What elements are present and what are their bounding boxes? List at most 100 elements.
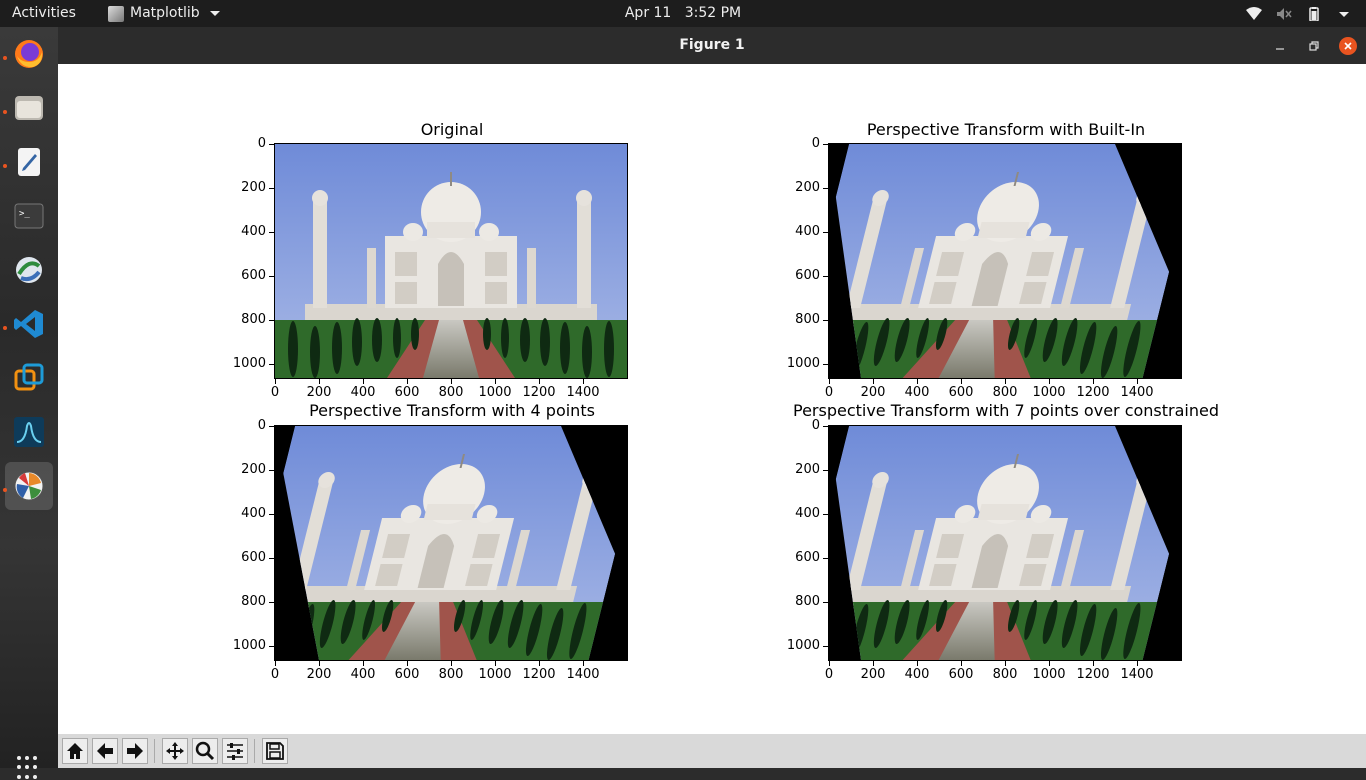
dock-firefox[interactable] [5,30,53,78]
x-tick-mark [275,379,276,384]
x-tick-label: 600 [948,385,974,400]
y-tick-label: 0 [811,418,820,433]
x-tick-mark [583,379,584,384]
x-tick-label: 1200 [522,667,556,682]
x-tick-label: 1000 [1032,667,1066,682]
y-tick-mark [823,363,828,365]
y-tick-mark [823,231,828,233]
y-tick-label: 0 [257,136,266,151]
x-tick-mark [319,661,320,666]
chevron-down-icon [209,11,220,16]
x-tick-label: 800 [438,667,464,682]
window-titlebar[interactable]: Figure 1 [58,27,1366,64]
warped-image [275,426,627,660]
dock-software[interactable] [5,246,53,294]
y-tick-mark [269,426,274,427]
top-bar: Activities Matplotlib Apr 11 3:52 PM [0,0,1366,27]
running-indicator [3,488,7,492]
x-tick-label: 1400 [1120,385,1154,400]
running-indicator [3,326,7,330]
image-axes[interactable] [274,143,628,379]
matplotlib-icon [14,471,44,501]
clock-time[interactable]: 3:52 PM [685,5,741,21]
x-tick-label: 200 [306,385,332,400]
dock-text-editor[interactable] [5,138,53,186]
y-tick-label: 600 [241,267,266,283]
y-tick-mark [823,557,828,559]
activities-button[interactable]: Activities [12,0,76,27]
x-tick-mark [917,661,918,666]
y-tick-mark [823,469,828,471]
figure-canvas[interactable]: Original 0 200 400 600 800 1000 0 200 400 600 800 1… [58,64,1366,734]
firefox-icon [15,40,43,68]
y-tick-label: 0 [257,418,266,433]
restore-icon [1309,41,1319,51]
dock-terminal[interactable]: >_ [5,192,53,240]
app-menu-label: Matplotlib [130,5,200,21]
matplotlib-app-icon [108,5,124,22]
save-button[interactable] [262,738,288,764]
y-tick-label: 1000 [232,355,266,371]
y-tick-mark [269,513,274,515]
image-axes[interactable] [828,425,1182,661]
x-tick-mark [319,379,320,384]
subplot-7-points: Perspective Transform with 7 points over… [782,401,1252,701]
system-tray[interactable] [1246,0,1352,27]
x-tick-label: 1200 [522,385,556,400]
configure-subplots-button[interactable] [222,738,248,764]
x-tick-mark [407,379,408,384]
image-axes[interactable] [274,425,628,661]
maximize-button[interactable] [1305,37,1323,55]
dock-vmware[interactable] [5,354,53,402]
show-applications-button[interactable] [17,756,41,780]
files-icon [15,96,43,120]
y-tick-label: 0 [811,136,820,151]
close-button[interactable] [1339,37,1357,55]
x-tick-label: 400 [904,385,930,400]
pan-button[interactable] [162,738,188,764]
svg-text:>_: >_ [19,209,30,219]
y-tick-mark [823,601,828,603]
x-tick-label: 1200 [1076,667,1110,682]
x-tick-label: 400 [904,667,930,682]
x-tick-mark [363,379,364,384]
app-menu[interactable]: Matplotlib [108,0,220,27]
window-title: Figure 1 [679,37,745,53]
y-tick-label: 200 [795,179,820,195]
image-axes[interactable] [828,143,1182,379]
x-tick-mark [1137,661,1138,666]
x-tick-mark [451,661,452,666]
x-tick-label: 1400 [1120,667,1154,682]
y-tick-label: 400 [795,505,820,521]
close-icon [1344,42,1352,50]
x-tick-mark [1137,379,1138,384]
home-button[interactable] [62,738,88,764]
y-tick-mark [823,319,828,321]
y-tick-mark [823,144,828,145]
forward-button[interactable] [122,738,148,764]
x-tick-mark [829,379,830,384]
x-tick-label: 800 [992,385,1018,400]
dock-files[interactable] [5,84,53,132]
subplot-title: Perspective Transform with Built-In [866,120,1146,139]
dock-vscode[interactable] [5,300,53,348]
x-tick-label: 0 [824,385,834,400]
y-tick-mark [269,275,274,277]
clock-date[interactable]: Apr 11 [625,5,671,21]
subplot-4-points: Perspective Transform with 4 points 0 200… [228,401,698,701]
running-indicator [3,56,7,60]
running-indicator [3,110,7,114]
x-tick-mark [495,379,496,384]
vmware-icon [14,363,44,391]
dock-matplotlib[interactable] [5,462,53,510]
subplot-title: Perspective Transform with 7 points over… [792,401,1219,420]
x-tick-label: 200 [860,385,886,400]
x-tick-label: 1000 [478,385,512,400]
text-editor-icon [18,148,40,176]
x-tick-label: 1400 [566,667,600,682]
dock-matlab[interactable] [5,408,53,456]
y-tick-label: 200 [241,179,266,195]
back-button[interactable] [92,738,118,764]
minimize-button[interactable] [1271,37,1289,55]
zoom-button[interactable] [192,738,218,764]
